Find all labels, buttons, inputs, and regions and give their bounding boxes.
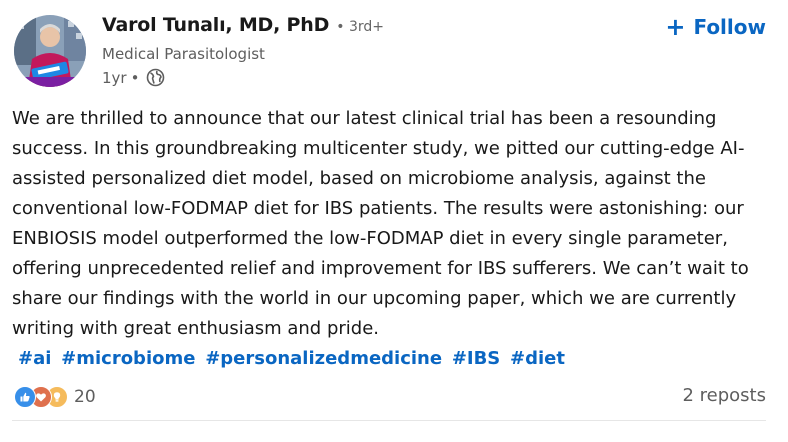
connection-degree: • 3rd+ (336, 19, 385, 35)
post-age[interactable]: 1yr (102, 69, 127, 87)
like-icon (14, 386, 36, 408)
post-text-line: offering unprecedented relief and improv… (12, 258, 749, 279)
post-text-line: share our findings with the world in our… (12, 288, 737, 309)
follow-button[interactable]: + Follow (665, 12, 766, 42)
hashtag-ai[interactable]: #ai (18, 348, 51, 369)
reposts-count[interactable]: 2 reposts (682, 385, 766, 406)
author-name-row: Varol Tunalı, MD, PhD • 3rd+ (102, 14, 384, 44)
meta-separator: • (130, 68, 140, 87)
follow-label: Follow (693, 15, 766, 39)
hashtag-personalizedmedicine[interactable]: #personalizedmedicine (205, 348, 442, 369)
hashtag-diet[interactable]: #diet (510, 348, 565, 369)
post-text-line: writing with great enthusiasm and pride. (12, 318, 379, 339)
avatar-photo (14, 15, 86, 87)
author-avatar[interactable] (14, 15, 86, 87)
divider (12, 420, 766, 421)
reaction-icons[interactable] (14, 386, 68, 408)
post-text-line: success. In this groundbreaking multicen… (12, 138, 745, 159)
reaction-count[interactable]: 20 (74, 387, 96, 407)
globe-icon (146, 68, 165, 87)
post-text-line: ENBIOSIS model outperformed the low-FODM… (12, 228, 728, 249)
post-text: We are thrilled to announce that our lat… (12, 104, 776, 344)
post-text-line: assisted personalized diet model, based … (12, 168, 706, 189)
author-headline: Medical Parasitologist (102, 45, 265, 63)
post-text-line: conventional low-FODMAP diet for IBS pat… (12, 198, 744, 219)
hashtag-microbiome[interactable]: #microbiome (61, 348, 195, 369)
plus-icon: + (665, 13, 686, 41)
author-name[interactable]: Varol Tunalı, MD, PhD (102, 14, 329, 36)
post-text-line: We are thrilled to announce that our lat… (12, 108, 717, 129)
hashtag-ibs[interactable]: #IBS (452, 348, 500, 369)
hashtag-list: #ai #microbiome #personalizedmedicine #I… (18, 344, 569, 374)
social-counts[interactable]: 20 (14, 384, 96, 410)
post-meta: 1yr • (102, 68, 165, 87)
feed-post: Varol Tunalı, MD, PhD • 3rd+ Medical Par… (0, 0, 788, 442)
